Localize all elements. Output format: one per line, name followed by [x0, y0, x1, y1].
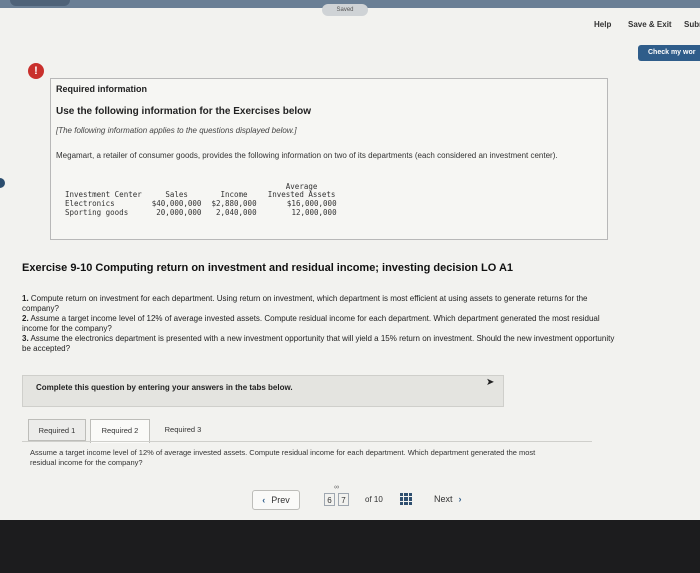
submit-link[interactable]: Subm: [684, 20, 700, 29]
chevron-right-icon: ›: [458, 494, 462, 504]
question-1-text: Compute return on investment for each de…: [22, 294, 588, 313]
tab-required-3[interactable]: Required 3: [154, 419, 212, 441]
check-my-work-button[interactable]: Check my wor: [638, 45, 700, 61]
question-2-number: 2.: [22, 314, 29, 323]
col-header-sales: Sales: [165, 190, 188, 199]
cell: Sporting goods: [65, 208, 129, 217]
question-3-number: 3.: [22, 334, 29, 343]
page-number-7[interactable]: 7: [338, 493, 349, 506]
col-header-center: Investment Center: [65, 190, 142, 199]
table-row: Electronics $40,000,000 $2,880,000 $16,0…: [60, 199, 342, 208]
alert-icon: !: [28, 63, 44, 79]
next-button[interactable]: Next ›: [434, 490, 486, 508]
department-table: Investment Center Sales Income Average I…: [60, 182, 342, 218]
col-header-assets: Average Invested Assets: [267, 182, 336, 199]
question-2-text: Assume a target income level of 12% of a…: [22, 314, 600, 333]
prev-label: Prev: [271, 495, 290, 505]
info-title: Required information: [56, 84, 148, 94]
exercise-instructions: 1. Compute return on investment for each…: [22, 294, 622, 354]
saved-indicator: Saved: [322, 4, 368, 16]
prev-button[interactable]: ‹ Prev: [252, 490, 300, 510]
browser-screen: Saved Help Save & Exit Subm Check my wor…: [0, 0, 700, 520]
question-1-number: 1.: [22, 294, 29, 303]
question-2: 2. Assume a target income level of 12% o…: [22, 314, 622, 334]
complete-question-text: Complete this question by entering your …: [36, 383, 293, 392]
cell: $16,000,000: [286, 199, 337, 208]
mouse-cursor-icon: ➤: [486, 377, 495, 388]
cell: 2,040,000: [215, 208, 257, 217]
requirement-text: Assume a target income level of 12% of a…: [30, 448, 536, 467]
cell: 20,000,000: [156, 208, 202, 217]
exercise-title: Exercise 9-10 Computing return on invest…: [22, 262, 514, 274]
top-tab[interactable]: [10, 0, 70, 6]
table-row: Sporting goods 20,000,000 2,040,000 12,0…: [60, 208, 342, 217]
question-1: 1. Compute return on investment for each…: [22, 294, 622, 314]
next-label: Next: [434, 494, 453, 504]
cell: $2,880,000: [211, 199, 257, 208]
chevron-left-icon: ‹: [262, 495, 266, 505]
info-description: Megamart, a retailer of consumer goods, …: [56, 151, 558, 160]
question-3: 3. Assume the electronics department is …: [22, 334, 622, 354]
tab-required-1[interactable]: Required 1: [28, 419, 86, 441]
info-note: [The following information applies to th…: [56, 126, 297, 135]
page-count: of 10: [365, 495, 383, 504]
link-icon: ∞: [334, 484, 339, 491]
cell: 12,000,000: [291, 208, 337, 217]
grid-icon[interactable]: [400, 493, 412, 505]
side-marker: [0, 178, 5, 188]
page-number-6[interactable]: 6: [324, 493, 335, 506]
help-link[interactable]: Help: [594, 20, 611, 29]
save-exit-link[interactable]: Save & Exit: [628, 20, 672, 29]
question-3-text: Assume the electronics department is pre…: [22, 334, 615, 353]
col-header-income: Income: [220, 190, 248, 199]
cell: $40,000,000: [151, 199, 202, 208]
info-subtitle: Use the following information for the Ex…: [56, 106, 312, 117]
cell: Electronics: [65, 199, 115, 208]
tab-required-2[interactable]: Required 2: [90, 419, 150, 443]
